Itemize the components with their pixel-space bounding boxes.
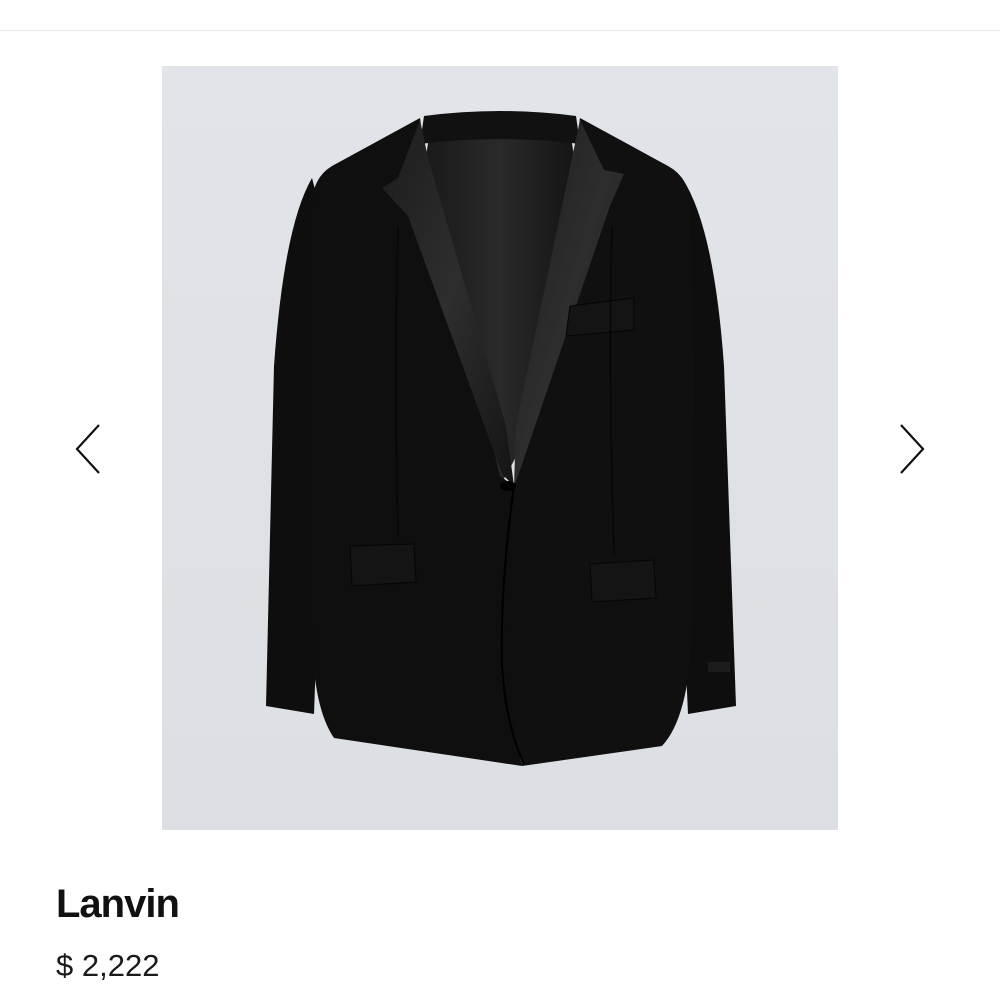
header-divider [0,30,1000,31]
chevron-left-icon [75,424,100,474]
product-info: Lanvin $ 2,222 [56,876,936,986]
chevron-right-icon [900,424,925,474]
product-brand[interactable]: Lanvin [56,876,936,932]
blazer-image [162,66,838,830]
product-image[interactable] [162,66,838,830]
previous-image-button[interactable] [66,421,110,477]
next-image-button[interactable] [890,421,934,477]
product-price: $ 2,222 [56,948,160,983]
product-image-carousel [0,66,1000,830]
product-page: Lanvin $ 2,222 [0,0,1000,1000]
